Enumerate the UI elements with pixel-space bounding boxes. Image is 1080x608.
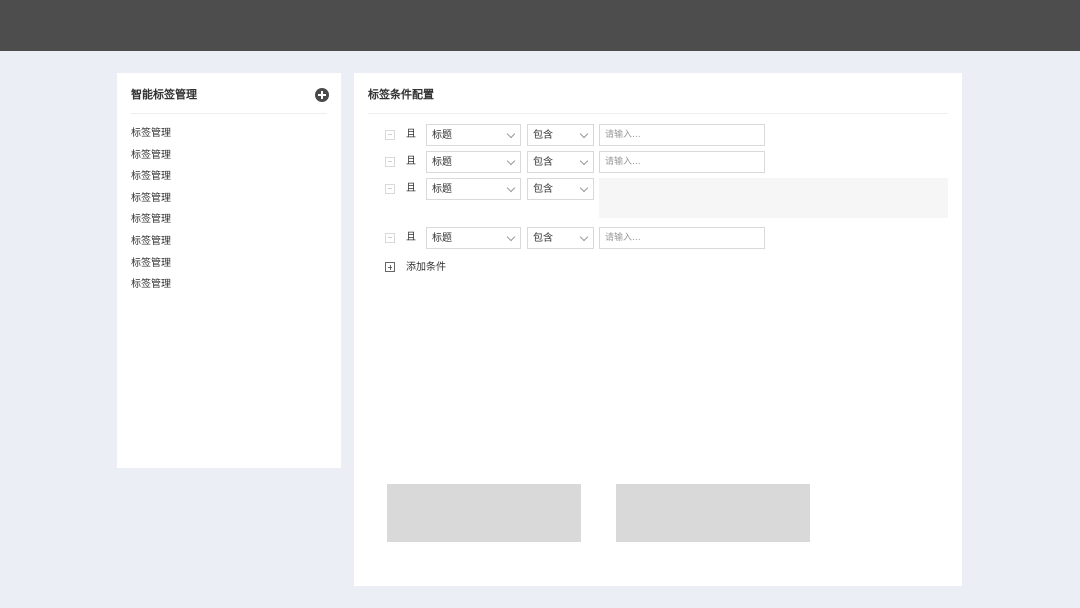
condition-row: 且 标题 包含	[354, 124, 962, 146]
chevron-down-icon	[506, 129, 516, 139]
field-select[interactable]: 标题	[426, 178, 521, 200]
row-checkbox[interactable]	[385, 184, 395, 194]
row-checkbox[interactable]	[385, 233, 395, 243]
placeholder-block	[387, 484, 581, 542]
config-title: 标签条件配置	[368, 88, 434, 101]
tag-management-sidebar: 智能标签管理 标签管理 标签管理 标签管理 标签管理 标签管理 标签管理 标签管…	[117, 73, 341, 468]
chevron-down-icon	[506, 232, 516, 242]
condition-row: 且 标题 包含	[354, 178, 962, 218]
sidebar-item-tag-management[interactable]: 标签管理	[131, 170, 327, 192]
plus-square-icon	[385, 262, 395, 272]
sidebar-item-tag-management[interactable]: 标签管理	[131, 257, 327, 279]
sidebar-item-tag-management[interactable]: 标签管理	[131, 192, 327, 214]
sidebar-title: 智能标签管理	[131, 88, 197, 101]
field-select-value: 标题	[432, 233, 452, 244]
operator-select[interactable]: 包含	[527, 227, 594, 249]
value-input[interactable]	[599, 227, 765, 249]
field-select-value: 标题	[432, 157, 452, 168]
top-bar	[0, 0, 1080, 51]
value-input[interactable]	[599, 151, 765, 173]
chevron-down-icon	[506, 183, 516, 193]
operator-select-value: 包含	[533, 130, 553, 141]
logic-label: 且	[406, 183, 416, 194]
row-checkbox[interactable]	[385, 130, 395, 140]
logic-label: 且	[406, 156, 416, 167]
operator-select-value: 包含	[533, 184, 553, 195]
field-select[interactable]: 标题	[426, 227, 521, 249]
value-input[interactable]	[599, 124, 765, 146]
field-select-value: 标题	[432, 130, 452, 141]
operator-select-value: 包含	[533, 233, 553, 244]
operator-select[interactable]: 包含	[527, 124, 594, 146]
operator-select-value: 包含	[533, 157, 553, 168]
sidebar-item-tag-management[interactable]: 标签管理	[131, 278, 327, 300]
logic-label: 且	[406, 129, 416, 140]
sidebar-list: 标签管理 标签管理 标签管理 标签管理 标签管理 标签管理 标签管理 标签管理	[131, 127, 327, 300]
add-condition-label: 添加条件	[406, 262, 446, 273]
condition-config-panel: 标签条件配置 且 标题 包含 且 标题 包含 且 标题	[354, 73, 962, 586]
field-select-value: 标题	[432, 184, 452, 195]
field-select[interactable]: 标题	[426, 124, 521, 146]
operator-select[interactable]: 包含	[527, 151, 594, 173]
logic-label: 且	[406, 232, 416, 243]
field-select[interactable]: 标题	[426, 151, 521, 173]
value-textarea[interactable]	[599, 178, 948, 218]
chevron-down-icon	[579, 156, 589, 166]
chevron-down-icon	[579, 129, 589, 139]
sidebar-item-tag-management[interactable]: 标签管理	[131, 127, 327, 149]
condition-row: 且 标题 包含	[354, 151, 962, 173]
operator-select[interactable]: 包含	[527, 178, 594, 200]
config-header: 标签条件配置	[368, 73, 948, 114]
placeholder-block	[616, 484, 810, 542]
chevron-down-icon	[579, 232, 589, 242]
chevron-down-icon	[579, 183, 589, 193]
sidebar-header: 智能标签管理	[131, 73, 329, 114]
chevron-down-icon	[506, 156, 516, 166]
condition-row: 且 标题 包含	[354, 227, 962, 249]
row-checkbox[interactable]	[385, 157, 395, 167]
sidebar-item-tag-management[interactable]: 标签管理	[131, 213, 327, 235]
plus-circle-icon[interactable]	[315, 88, 329, 102]
sidebar-item-tag-management[interactable]: 标签管理	[131, 235, 327, 257]
sidebar-item-tag-management[interactable]: 标签管理	[131, 149, 327, 171]
